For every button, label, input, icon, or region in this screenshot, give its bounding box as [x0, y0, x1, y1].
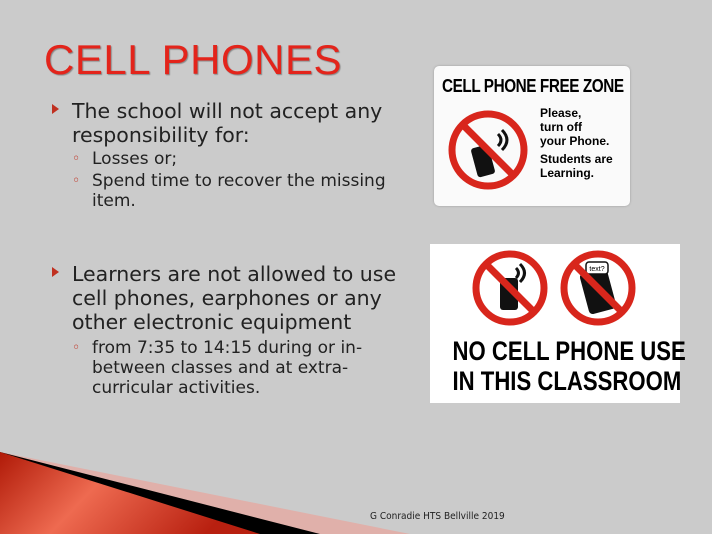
- no-phone-icon: [448, 110, 528, 190]
- circle-bullet-icon: ◦: [72, 151, 81, 167]
- cell-phone-free-zone-sign: CELL PHONE FREE ZONE Please, turn off yo…: [434, 66, 630, 206]
- no-phone-icon: [472, 250, 548, 326]
- bullet-1: The school will not accept any responsib…: [52, 99, 412, 211]
- bullet-2: Learners are not allowed to use cell pho…: [52, 262, 407, 398]
- no-texting-icon: text?: [560, 250, 636, 326]
- svg-text:text?: text?: [589, 266, 604, 273]
- bullet-arrow-icon: [52, 104, 59, 114]
- footer-text: G Conradie HTS Bellville 2019: [370, 511, 505, 522]
- slide-title: CELL PHONES: [44, 36, 343, 83]
- bullet-arrow-icon: [52, 267, 59, 277]
- sub-bullet: ◦ Spend time to recover the missing item.: [72, 171, 386, 211]
- sub-bullet: ◦ from 7:35 to 14:15 during or in-between…: [72, 338, 363, 398]
- sub-bullet: ◦ Losses or;: [72, 149, 178, 169]
- circle-bullet-icon: ◦: [72, 340, 81, 356]
- circle-bullet-icon: ◦: [72, 173, 81, 189]
- no-cell-phone-use-sign: text? NO CELL PHONE USE IN THIS CLASSROO…: [430, 244, 686, 403]
